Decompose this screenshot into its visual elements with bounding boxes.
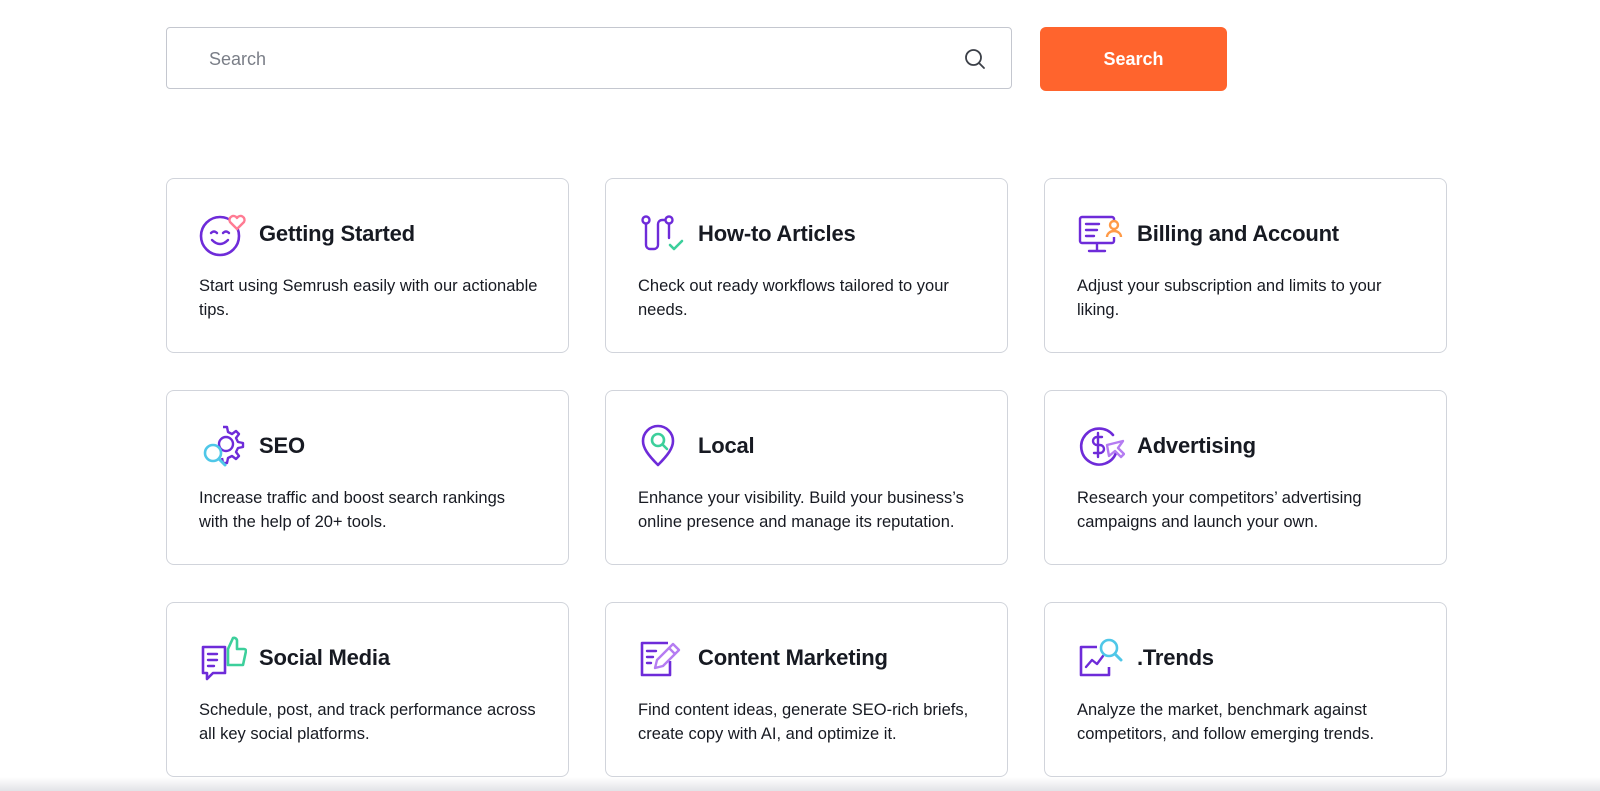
category-grid: Getting Started Start using Semrush easi… [166, 178, 1447, 777]
card-header: SEO [199, 423, 538, 469]
search-bar: Search [166, 27, 1227, 91]
card-description: Research your competitors’ advertising c… [1077, 489, 1362, 531]
thumbs-up-icon [201, 636, 247, 681]
card-advertising[interactable]: Advertising Research your competitors’ a… [1044, 390, 1447, 565]
card-title: Content Marketing [698, 645, 888, 670]
content-edit-icon [640, 641, 681, 677]
advertising-dollar-icon [1079, 427, 1125, 466]
card-description: Analyze the market, benchmark against co… [1077, 701, 1375, 743]
seo-gear-icon [203, 425, 245, 467]
card-header: How-to Articles [638, 211, 977, 257]
card-header: Local [638, 423, 977, 469]
search-icon[interactable] [963, 47, 987, 71]
card-content-marketing[interactable]: Content Marketing Find content ideas, ge… [605, 602, 1008, 777]
card-local[interactable]: Local Enhance your visibility. Build you… [605, 390, 1008, 565]
card-title: .Trends [1137, 645, 1214, 670]
card-billing-and-account[interactable]: Billing and Account Adjust your subscrip… [1044, 178, 1447, 353]
card-header: Content Marketing [638, 635, 977, 681]
card-title: How-to Articles [698, 221, 856, 246]
card-header: .Trends [1077, 635, 1416, 681]
search-input[interactable] [207, 28, 951, 90]
card-description: Increase traffic and boost search rankin… [199, 489, 506, 531]
card-description: Find content ideas, generate SEO-rich br… [638, 701, 969, 743]
card-title: Local [698, 433, 755, 458]
card-title: Advertising [1137, 433, 1256, 458]
card-getting-started[interactable]: Getting Started Start using Semrush easi… [166, 178, 569, 353]
card-title: Billing and Account [1137, 221, 1339, 246]
search-field[interactable] [166, 27, 1012, 90]
search-button[interactable]: Search [1040, 27, 1227, 91]
card-description: Enhance your visibility. Build your busi… [638, 489, 964, 531]
card-header: Getting Started [199, 211, 538, 257]
bottom-fade [0, 777, 1600, 791]
card-trends[interactable]: .Trends Analyze the market, benchmark ag… [1044, 602, 1447, 777]
card-how-to-articles[interactable]: How-to Articles Check out ready workflow… [605, 178, 1008, 353]
card-header: Advertising [1077, 423, 1416, 469]
smiley-heart-icon [199, 214, 246, 257]
local-pin-icon [641, 424, 675, 467]
card-header: Billing and Account [1077, 211, 1416, 257]
card-description: Schedule, post, and track performance ac… [199, 701, 536, 743]
card-social-media[interactable]: Social Media Schedule, post, and track p… [166, 602, 569, 777]
card-title: Getting Started [259, 221, 415, 246]
card-description: Start using Semrush easily with our acti… [199, 277, 538, 319]
card-title: Social Media [259, 645, 390, 670]
card-description: Check out ready workflows tailored to yo… [638, 277, 949, 319]
workflow-icon [641, 215, 684, 251]
card-seo[interactable]: SEO Increase traffic and boost search ra… [166, 390, 569, 565]
card-description: Adjust your subscription and limits to y… [1077, 277, 1382, 319]
card-header: Social Media [199, 635, 538, 681]
billing-monitor-icon [1078, 215, 1123, 253]
trends-icon [1079, 638, 1123, 677]
card-title: SEO [259, 433, 305, 458]
